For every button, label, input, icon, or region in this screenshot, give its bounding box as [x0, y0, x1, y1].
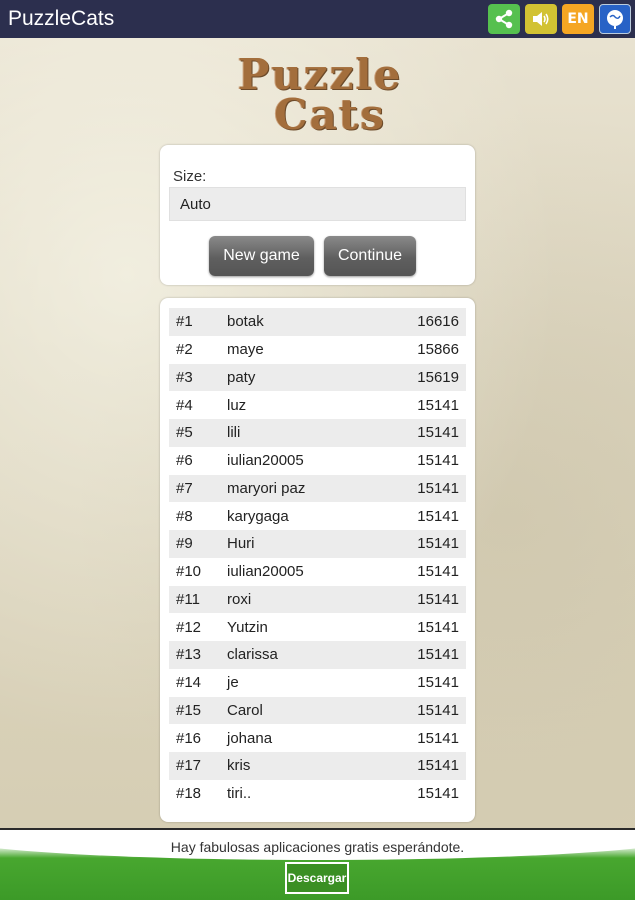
size-panel: Size: Auto New game Continue [160, 145, 475, 285]
score-rank: #11 [176, 590, 200, 608]
score-name: luz [227, 396, 247, 414]
score-rank: #14 [176, 674, 202, 692]
score-value: 15141 [417, 452, 459, 470]
share-button[interactable] [488, 4, 520, 34]
score-rank: #7 [176, 479, 193, 497]
app-title: PuzzleCats [8, 7, 115, 30]
score-value: 15141 [417, 646, 459, 664]
puzzle-cats-logo: Puzzle Cats [230, 50, 410, 139]
score-name: clarissa [227, 646, 278, 664]
score-value: 15141 [417, 590, 459, 608]
scores-panel: #1 botak 16616 #2 maye 15866 #3 paty 15619 #4 luz 1… [160, 298, 475, 822]
score-value: 15141 [417, 757, 459, 775]
size-label: Size: [173, 168, 207, 185]
score-rank: #6 [176, 452, 193, 470]
score-name: paty [227, 368, 256, 386]
score-value: 15141 [417, 563, 459, 581]
score-rank: #2 [176, 341, 193, 359]
score-rank: #10 [176, 563, 202, 581]
score-value: 15141 [417, 701, 459, 719]
app-bar: PuzzleCats EN [0, 0, 635, 38]
score-row: #15 Carol 15141 [169, 696, 466, 725]
score-row: #9 Huri 15141 [169, 530, 466, 558]
language-icon: EN [567, 11, 589, 27]
score-rank: #9 [176, 535, 193, 553]
score-value: 15619 [417, 368, 459, 386]
score-value: 15141 [417, 424, 459, 442]
score-value: 15141 [417, 785, 459, 803]
score-name: Huri [227, 535, 255, 553]
web-button[interactable] [599, 4, 631, 34]
score-name: johana [227, 729, 273, 747]
score-rank: #3 [176, 368, 193, 386]
score-name: Yutzin [227, 618, 268, 636]
score-name: iulian20005 [227, 452, 304, 470]
action-buttons: EN [488, 4, 631, 34]
score-name: maye [227, 341, 264, 359]
score-name: maryori paz [227, 479, 306, 497]
score-row: #12 Yutzin 15141 [169, 613, 466, 641]
score-name: kris [227, 757, 251, 775]
score-name: tiri.. [227, 785, 252, 803]
score-row: #8 karygaga 15141 [169, 502, 466, 530]
score-row: #10 iulian20005 15141 [169, 558, 466, 586]
score-name: karygaga [227, 507, 289, 525]
sound-button[interactable] [525, 4, 557, 34]
score-row: #13 clarissa 15141 [169, 641, 466, 669]
score-row: #18 tiri.. 15141 [169, 780, 466, 808]
score-name: botak [227, 313, 264, 331]
score-name: lili [227, 424, 241, 442]
continue-button[interactable]: Continue [324, 236, 416, 276]
logo-line-1: Puzzle [237, 50, 403, 99]
score-rank: #15 [176, 701, 202, 719]
score-row: #17 kris 15141 [169, 752, 466, 780]
score-value: 15141 [417, 507, 459, 525]
score-rank: #5 [176, 424, 193, 442]
score-value: 15141 [417, 396, 459, 414]
share-icon [495, 9, 513, 29]
ad-message: Hay fabulosas aplicaciones gratis esperá… [170, 839, 465, 855]
score-row: #2 maye 15866 [169, 336, 466, 364]
score-row: #11 roxi 15141 [169, 585, 466, 614]
logo-line-2: Cats [274, 90, 386, 139]
score-rank: #4 [176, 396, 193, 414]
scores-list[interactable]: #1 botak 16616 #2 maye 15866 #3 paty 15619 #4 luz 1… [169, 308, 466, 808]
score-value: 15141 [417, 479, 459, 497]
score-name: iulian20005 [227, 563, 304, 581]
score-rank: #16 [176, 729, 202, 747]
score-value: 15141 [417, 618, 459, 636]
download-button[interactable]: Descargar [285, 862, 349, 894]
score-row: #3 paty 15619 [169, 363, 466, 392]
score-row: #16 johana 15141 [169, 724, 466, 752]
score-name: je [227, 674, 239, 692]
score-rank: #1 [176, 313, 193, 331]
ad-banner[interactable]: Hay fabulosas aplicaciones gratis esperá… [0, 828, 635, 900]
score-value: 16616 [417, 313, 459, 331]
score-value: 15141 [417, 535, 459, 553]
score-name: roxi [227, 590, 252, 608]
score-value: 15866 [417, 341, 459, 359]
web-icon [607, 10, 623, 29]
score-row: #1 botak 16616 [169, 308, 466, 336]
score-row: #7 maryori paz 15141 [169, 474, 466, 503]
score-row: #14 je 15141 [169, 669, 466, 697]
new-game-button[interactable]: New game [209, 236, 314, 276]
score-rank: #18 [176, 785, 202, 803]
sound-icon [533, 12, 549, 26]
score-row: #5 lili 15141 [169, 419, 466, 447]
score-rank: #12 [176, 618, 202, 636]
score-rank: #8 [176, 507, 193, 525]
score-rank: #17 [176, 757, 202, 775]
score-value: 15141 [417, 729, 459, 747]
score-row: #4 luz 15141 [169, 391, 466, 419]
size-select[interactable]: Auto [169, 187, 466, 221]
score-row: #6 iulian20005 15141 [169, 447, 466, 475]
score-value: 15141 [417, 674, 459, 692]
language-button[interactable]: EN [562, 4, 594, 34]
score-rank: #13 [176, 646, 202, 664]
score-name: Carol [227, 701, 263, 719]
